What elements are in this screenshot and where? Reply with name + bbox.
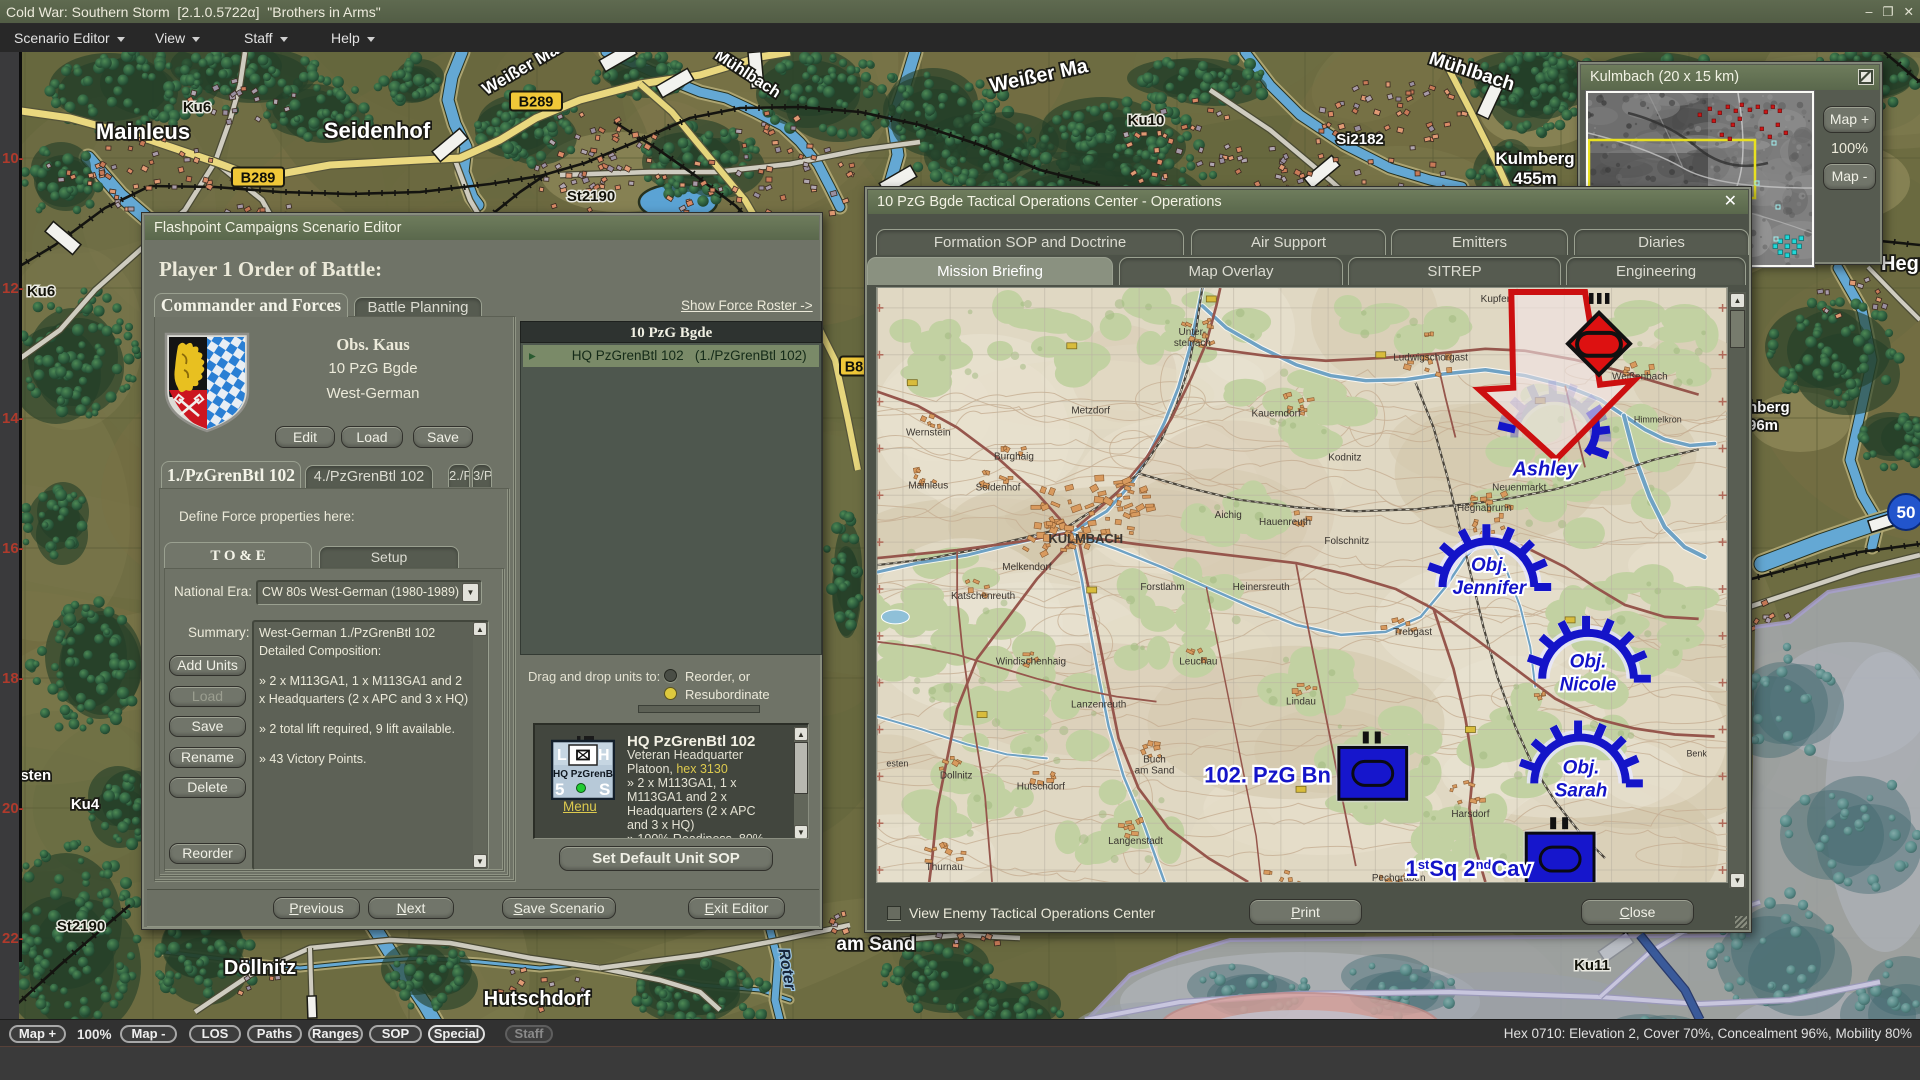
svg-text:Benk: Benk [1686,748,1707,758]
svg-text:St2190: St2190 [57,918,105,935]
svg-text:18-: 18- [2,670,24,687]
svg-text:5: 5 [555,780,564,799]
svg-text:Aichig: Aichig [1215,510,1242,521]
svg-text:Melkendorf: Melkendorf [1002,562,1051,573]
svg-text:Lindau: Lindau [1286,697,1316,708]
svg-text:Burghaig: Burghaig [994,451,1034,462]
svg-text:Obj.: Obj. [1563,757,1600,778]
svg-text:Obj.: Obj. [1570,652,1607,673]
svg-text:Dollnitz: Dollnitz [940,770,973,781]
svg-text:Wernstein: Wernstein [906,428,951,439]
svg-text:Hegna: Hegna [1881,253,1920,275]
svg-text:Himmelkron: Himmelkron [1634,415,1682,425]
svg-text:Heinersreuth: Heinersreuth [1233,582,1290,593]
svg-text:Mainleus: Mainleus [96,119,190,144]
svg-text:10-: 10- [2,150,24,167]
svg-text:St2190: St2190 [567,188,615,205]
svg-text:L: L [557,747,567,764]
svg-text:Unter-: Unter- [1179,327,1207,338]
svg-text:Ku6: Ku6 [27,283,55,300]
svg-text:Katschenreuth: Katschenreuth [951,591,1015,602]
svg-text:22-: 22- [2,930,24,947]
svg-text:Langenstadt: Langenstadt [1108,836,1163,847]
svg-text:14-: 14- [2,410,24,427]
svg-text:Ashley: Ashley [1512,458,1579,480]
svg-text:Ku4: Ku4 [71,796,100,813]
svg-text:HQ PzGrenB: HQ PzGrenB [553,769,613,780]
svg-text:Harsdorf: Harsdorf [1451,809,1489,820]
svg-text:102. PzG Bn: 102. PzG Bn [1204,762,1331,787]
svg-text:B289: B289 [519,95,554,111]
svg-text:50: 50 [1897,503,1916,522]
svg-text:Trebgast: Trebgast [1393,627,1432,638]
svg-text:Si2182: Si2182 [1336,131,1384,148]
svg-text:Ku11: Ku11 [1574,957,1610,974]
svg-text:Hutschdorf: Hutschdorf [484,988,591,1010]
svg-text:Ludwigschorgast: Ludwigschorgast [1393,353,1468,364]
svg-text:20-: 20- [2,800,24,817]
svg-text:Neuenmarkt: Neuenmarkt [1492,482,1546,493]
svg-text:Thurnau: Thurnau [926,862,963,873]
svg-text:Obj.: Obj. [1471,555,1508,576]
svg-text:96m: 96m [1748,417,1778,434]
svg-text:Seidenhof: Seidenhof [976,482,1021,493]
svg-text:Hegnabrunn: Hegnabrunn [1457,503,1512,514]
svg-text:steinach: steinach [1174,338,1211,349]
svg-text:Kupfer: Kupfer [1481,294,1511,305]
svg-text:Buch: Buch [1143,754,1166,765]
svg-text:hberg: hberg [1748,399,1790,416]
svg-text:H: H [598,747,610,764]
svg-text:Windischenhaig: Windischenhaig [996,657,1066,668]
svg-text:B289: B289 [241,171,276,187]
svg-text:Leuchau: Leuchau [1179,657,1217,668]
svg-text:S: S [599,780,610,799]
svg-text:Sarah: Sarah [1555,780,1608,801]
svg-text:Lanzenreuth: Lanzenreuth [1071,700,1126,711]
svg-text:Forstlahm: Forstlahm [1140,582,1184,593]
svg-text:Folschnitz: Folschnitz [1324,536,1369,547]
svg-text:am Sand: am Sand [1135,765,1175,776]
svg-text:Jennifer: Jennifer [1453,578,1528,599]
svg-text:Kulmberg: Kulmberg [1495,149,1574,168]
svg-text:Döllnitz: Döllnitz [224,957,296,979]
svg-text:esten: esten [886,758,908,768]
svg-text:KULMBACH: KULMBACH [1048,531,1123,546]
svg-text:Kauerndorf: Kauerndorf [1251,409,1300,420]
svg-text:Hauenreuth: Hauenreuth [1259,517,1311,528]
svg-text:Ku6: Ku6 [183,99,211,116]
svg-text:Mainleus: Mainleus [908,480,948,491]
svg-text:Kodnitz: Kodnitz [1328,452,1361,463]
svg-text:Nicole: Nicole [1560,675,1617,696]
svg-text:Metzdorf: Metzdorf [1071,406,1110,417]
svg-text:12-: 12- [2,280,24,297]
svg-text:16-: 16- [2,540,24,557]
svg-text:Hutschdorf: Hutschdorf [1017,781,1065,792]
svg-text:Seidenhof: Seidenhof [324,118,431,143]
svg-text:Ku10: Ku10 [1128,112,1165,129]
svg-text:am Sand: am Sand [836,934,915,955]
